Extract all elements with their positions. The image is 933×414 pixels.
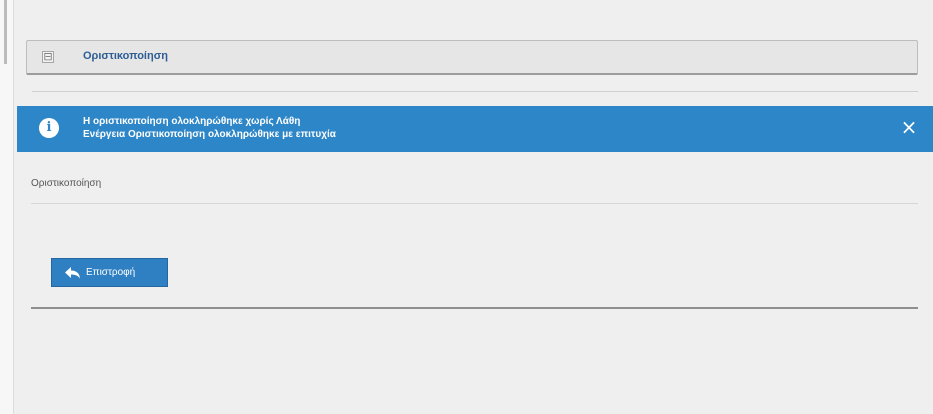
- close-icon[interactable]: ×: [899, 116, 919, 138]
- reply-arrow-icon: [65, 267, 80, 279]
- success-alert: i Η οριστικοποίηση ολοκληρώθηκε χωρίς Λά…: [17, 106, 933, 152]
- divider: [31, 203, 918, 204]
- section-header[interactable]: ⊟ Οριστικοποίηση: [26, 40, 918, 75]
- section-title: Οριστικοποίηση: [83, 50, 168, 62]
- info-icon: i: [39, 118, 59, 138]
- collapse-toggle-icon[interactable]: ⊟: [42, 51, 54, 63]
- left-edge-mark: [4, 0, 7, 64]
- left-panel-edge: [0, 0, 14, 414]
- footer-divider: [31, 307, 918, 309]
- alert-message-line2: Ενέργεια Οριστικοποίηση ολοκληρώθηκε με …: [83, 129, 336, 140]
- back-button-label: Επιστροφή: [86, 267, 136, 278]
- back-button[interactable]: Επιστροφή: [51, 258, 168, 287]
- divider: [32, 91, 918, 92]
- alert-message-line1: Η οριστικοποίηση ολοκληρώθηκε χωρίς Λάθη: [83, 116, 301, 127]
- subsection-title: Οριστικοποίηση: [31, 178, 102, 189]
